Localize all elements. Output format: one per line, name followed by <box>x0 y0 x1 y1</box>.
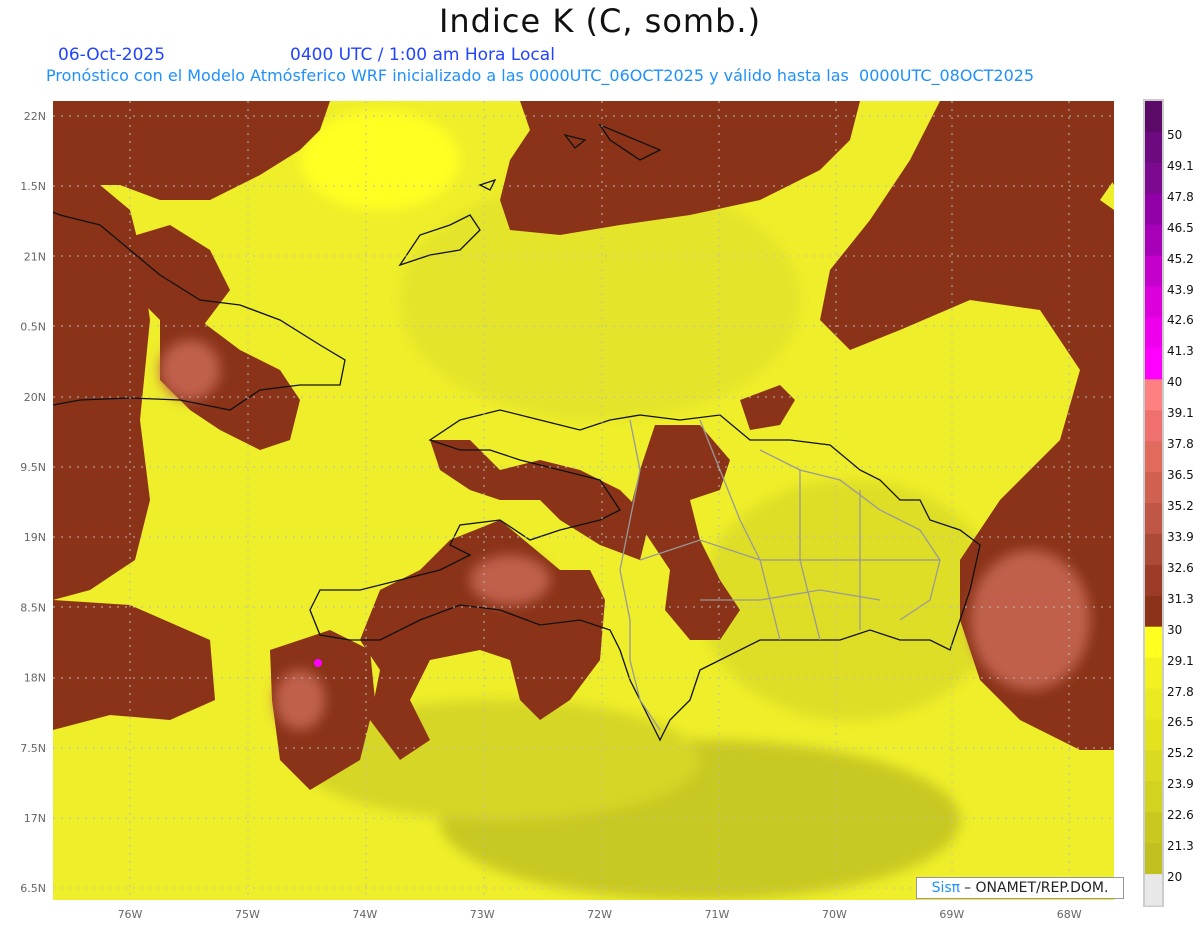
latitude-label: 9.5N <box>20 461 46 474</box>
credit-text: – ONAMET/REP.DOM. <box>964 880 1109 896</box>
latitude-label: 6.5N <box>20 882 46 895</box>
colorbar-label: 47.8 <box>1167 189 1194 204</box>
longitude-label: 74W <box>352 908 377 921</box>
colorbar-segment <box>1145 472 1162 504</box>
forecast-description: Pronóstico con el Modelo Atmósferico WRF… <box>46 66 1035 85</box>
colorbar-label: 41.3 <box>1167 344 1194 359</box>
colorbar-segment <box>1145 688 1162 720</box>
colorbar-label: 39.1 <box>1167 406 1194 421</box>
colorbar-label: 33.9 <box>1167 529 1194 544</box>
colorbar-segment <box>1145 781 1162 813</box>
colorbar-label: 23.9 <box>1167 777 1194 792</box>
latitude-label: 17N <box>24 812 46 825</box>
latitude-label: 1.5N <box>20 180 46 193</box>
colorbar-segment <box>1145 843 1162 875</box>
latitude-labels: 22N 1.5N 21N 0.5N 20N 9.5N 19N 8.5N 18N 7.5N 17N 6.… <box>20 110 46 895</box>
longitude-label: 71W <box>705 908 730 921</box>
colorbar-segment <box>1145 750 1162 782</box>
longitude-label: 69W <box>939 908 964 921</box>
longitude-label: 68W <box>1057 908 1082 921</box>
colorbar-segment <box>1145 286 1162 318</box>
latitude-label: 8.5N <box>20 601 46 614</box>
colorbar-segment <box>1145 626 1162 659</box>
longitude-label: 75W <box>235 908 260 921</box>
colorbar-segment <box>1145 410 1162 442</box>
colorbar-segment <box>1145 595 1162 628</box>
map-title: Indice K (C, somb.) <box>438 2 762 40</box>
colorbar-label: 27.8 <box>1167 684 1194 699</box>
colorbar-label: 36.5 <box>1167 468 1194 483</box>
colorbar-segment <box>1145 874 1162 906</box>
colorbar-segment <box>1145 193 1162 226</box>
max-k-spot <box>314 659 322 667</box>
latitude-label: 20N <box>24 391 46 404</box>
k-index-map: 22N 1.5N 21N 0.5N 20N 9.5N 19N 8.5N 18N 7.5N 17N 6.… <box>20 99 1164 921</box>
colorbar-label: 35.2 <box>1167 499 1194 513</box>
colorbar-label: 22.6 <box>1167 808 1194 823</box>
colorbar-segment <box>1145 255 1162 288</box>
colorbar-segment <box>1145 224 1162 257</box>
colorbar-segment <box>1145 131 1162 164</box>
colorbar-segment <box>1145 719 1162 751</box>
forecast-time: 0400 UTC / 1:00 am Hora Local <box>290 45 555 65</box>
forecast-date: 06-Oct-2025 <box>58 45 166 65</box>
colorbar-segment <box>1145 564 1162 597</box>
colorbar-segment <box>1145 441 1162 473</box>
colorbar-label: 21.3 <box>1167 839 1194 854</box>
colorbar-segment <box>1145 317 1162 349</box>
colorbar-label: 30 <box>1167 622 1183 637</box>
latitude-label: 22N <box>24 110 46 123</box>
colorbar-label: 43.9 <box>1167 282 1194 297</box>
credit-box: Sisπ – ONAMET/REP.DOM. <box>916 877 1124 899</box>
colorbar-label: 32.6 <box>1167 560 1194 575</box>
colorbar-label: 42.6 <box>1167 313 1194 328</box>
colorbar-label: 29.1 <box>1167 653 1194 668</box>
colorbar-segment <box>1145 533 1162 566</box>
longitude-label: 72W <box>587 908 612 921</box>
longitude-label: 70W <box>822 908 847 921</box>
longitude-label: 73W <box>470 908 495 921</box>
colorbar <box>1145 101 1162 906</box>
latitude-label: 18N <box>24 672 46 685</box>
colorbar-label: 31.3 <box>1167 591 1194 606</box>
colorbar-segment <box>1145 379 1162 411</box>
colorbar-segment <box>1145 503 1162 535</box>
colorbar-segment <box>1145 101 1162 133</box>
colorbar-label: 37.8 <box>1167 437 1194 452</box>
colorbar-segment <box>1145 812 1162 844</box>
colorbar-label: 50 <box>1167 127 1183 142</box>
colorbar-label: 46.5 <box>1167 220 1194 235</box>
colorbar-segment <box>1145 657 1162 690</box>
latitude-label: 7.5N <box>20 742 46 755</box>
colorbar-segment <box>1145 162 1162 195</box>
colorbar-segment <box>1145 348 1162 380</box>
longitude-labels: 76W 75W 74W 73W 72W 71W 70W 69W 68W <box>118 908 1082 921</box>
colorbar-label: 26.5 <box>1167 715 1194 730</box>
colorbar-label: 45.2 <box>1167 251 1194 266</box>
colorbar-label: 25.2 <box>1167 746 1194 761</box>
latitude-label: 0.5N <box>20 321 46 334</box>
colorbar-label: 20 <box>1167 870 1183 885</box>
latitude-label: 21N <box>24 250 46 263</box>
colorbar-label: 40 <box>1167 375 1183 390</box>
longitude-label: 76W <box>118 908 143 921</box>
latitude-label: 19N <box>24 531 46 544</box>
colorbar-label: 49.1 <box>1167 158 1194 173</box>
credit-brand: Sisπ <box>931 880 961 896</box>
